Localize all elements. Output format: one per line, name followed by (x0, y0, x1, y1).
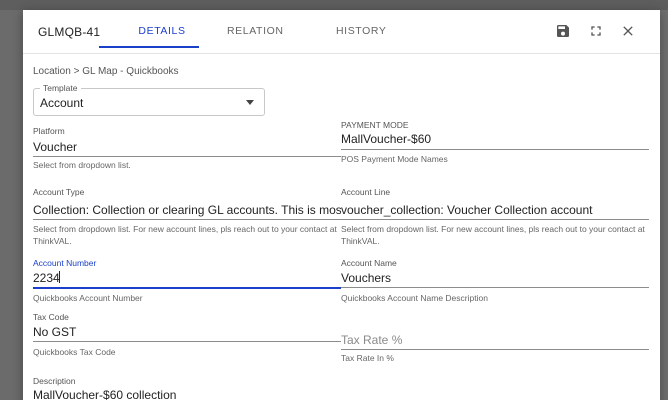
tax-code-underline (33, 341, 341, 342)
template-label: Template (40, 83, 81, 93)
template-value: Account (40, 96, 84, 110)
payment-mode-underline (341, 149, 649, 150)
tax-code-help: Quickbooks Tax Code (33, 347, 116, 357)
breadcrumb: Location > GL Map - Quickbooks (33, 66, 179, 77)
record-code: GLMQB-41 (38, 25, 101, 39)
account-number-label: Account Number (33, 258, 97, 268)
tab-details[interactable]: DETAILS (125, 25, 199, 37)
platform-select[interactable]: Voucher (33, 140, 77, 154)
chevron-down-icon (246, 100, 254, 105)
account-name-underline (341, 287, 649, 288)
platform-underline (33, 156, 341, 157)
account-name-help: Quickbooks Account Name Description (341, 293, 488, 303)
platform-label: Platform (33, 126, 65, 136)
template-select[interactable]: Template Account (33, 83, 265, 116)
payment-mode-help: POS Payment Mode Names (341, 154, 448, 164)
account-name-input[interactable]: Vouchers (341, 271, 391, 285)
tab-history[interactable]: HISTORY (336, 25, 386, 37)
description-label: Description (33, 376, 76, 386)
account-line-help-2: ThinkVAL. (341, 236, 380, 246)
description-input[interactable]: MallVoucher-$60 collection (33, 388, 176, 400)
active-tab-indicator (99, 46, 199, 48)
account-type-select[interactable]: Collection: Collection or clearing GL ac… (33, 203, 370, 217)
account-name-label: Account Name (341, 258, 397, 268)
tax-code-input[interactable]: No GST (33, 325, 76, 339)
app-backdrop-right (660, 10, 668, 400)
dialog-header: GLMQB-41 DETAILS RELATION HISTORY (23, 10, 660, 54)
account-number-help: Quickbooks Account Number (33, 293, 143, 303)
tax-rate-help: Tax Rate In % (341, 353, 394, 363)
gl-map-dialog: GLMQB-41 DETAILS RELATION HISTORY Locati… (23, 10, 660, 400)
account-type-label: Account Type (33, 187, 85, 197)
account-line-select[interactable]: voucher_collection: Voucher Collection a… (341, 203, 593, 217)
account-line-underline (341, 219, 649, 220)
account-type-help-2: ThinkVAL. (33, 236, 72, 246)
tab-relation[interactable]: RELATION (227, 25, 283, 37)
account-line-label: Account Line (341, 187, 391, 197)
tax-rate-underline (341, 349, 649, 350)
account-type-help: Select from dropdown list. For new accou… (33, 224, 337, 234)
tax-rate-input[interactable]: Tax Rate % (341, 333, 402, 347)
close-icon[interactable] (620, 23, 636, 39)
fullscreen-icon[interactable] (588, 23, 604, 39)
account-type-underline (33, 219, 341, 220)
payment-mode-field[interactable]: MallVoucher-$60 (341, 132, 431, 146)
account-line-help: Select from dropdown list. For new accou… (341, 224, 645, 234)
platform-help: Select from dropdown list. (33, 160, 131, 170)
save-icon[interactable] (555, 23, 571, 39)
payment-mode-label: PAYMENT MODE (341, 120, 409, 130)
account-number-underline (33, 287, 341, 289)
account-number-input[interactable]: 2234 (33, 271, 60, 285)
app-backdrop-top (0, 0, 668, 10)
text-caret (59, 271, 60, 283)
tax-code-label: Tax Code (33, 312, 69, 322)
